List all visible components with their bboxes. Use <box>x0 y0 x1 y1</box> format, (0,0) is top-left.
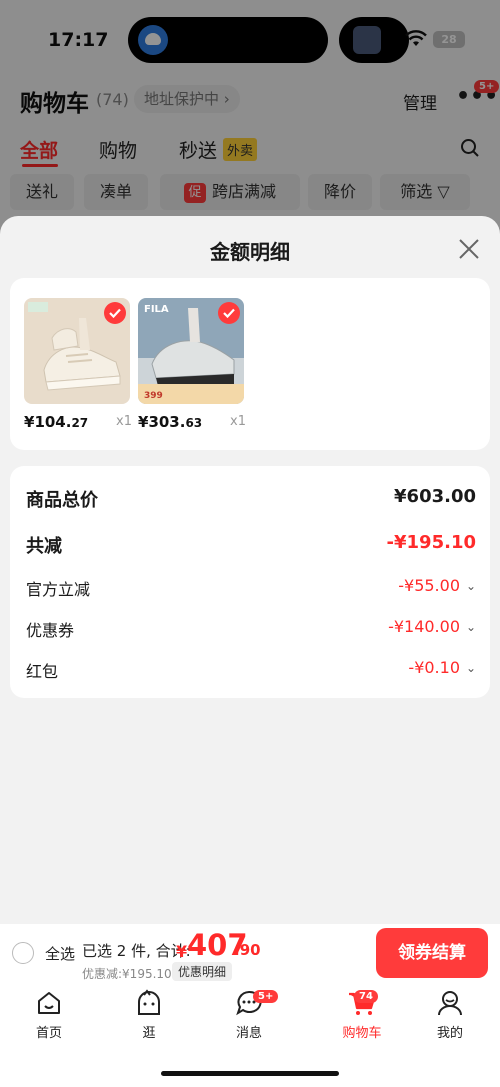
row-total-discount: 共减 -¥195.10 <box>26 532 476 562</box>
row-value: ¥603.00 <box>394 486 476 507</box>
product-qty: x1 <box>230 414 246 429</box>
tabbar-label: 我的 <box>436 1026 463 1041</box>
price-dec: 63 <box>185 416 203 430</box>
product-image-sneaker-white[interactable] <box>24 298 130 404</box>
row-label: 官方立减 <box>26 580 91 599</box>
row-coupon[interactable]: 优惠券 -¥140.00 ⌄ <box>26 617 476 647</box>
price-dec: 27 <box>71 416 89 430</box>
tabbar-messages[interactable]: 消息 5+ <box>219 988 279 1041</box>
currency-symbol: ¥ <box>24 413 35 431</box>
cart-badge: 74 <box>354 990 378 1003</box>
select-all-label[interactable]: 全选 <box>45 943 75 964</box>
tabbar-profile[interactable]: 我的 <box>420 988 480 1041</box>
product-list-card: ¥104.27 x1 FILA 399 ¥303.63 x1 <box>10 278 490 450</box>
product-qty: x1 <box>116 414 132 429</box>
discount-summary: 优惠减:¥195.10 <box>82 967 172 981</box>
row-value-wrap: -¥0.10 <box>408 658 460 677</box>
price-int: 303. <box>148 413 186 431</box>
product-item[interactable]: ¥104.27 x1 <box>24 298 132 431</box>
profile-icon <box>438 991 462 1016</box>
row-total-goods: 商品总价 ¥603.00 <box>26 486 476 516</box>
checkout-bar: 全选 已选 2 件, 合计: ¥ 407 .90 优惠减:¥195.10 优惠明… <box>0 924 500 982</box>
promo-price-tag: 399 <box>144 391 163 401</box>
product-item[interactable]: FILA 399 ¥303.63 x1 <box>138 298 246 431</box>
tabbar-browse[interactable]: 逛 <box>119 988 179 1041</box>
total-currency: ¥ <box>176 942 188 961</box>
discount-detail-link[interactable]: 优惠明细 <box>172 962 233 981</box>
row-value: -¥0.10 <box>408 658 460 677</box>
check-icon <box>218 302 240 324</box>
price-breakdown-card: 商品总价 ¥603.00 共减 -¥195.10 官方立减 -¥55.00 ⌄ … <box>10 466 490 698</box>
close-icon[interactable] <box>456 236 482 262</box>
row-value: -¥195.10 <box>386 532 476 553</box>
browse-icon <box>138 989 160 1015</box>
row-label: 共减 <box>26 536 62 557</box>
row-value: -¥140.00 <box>388 617 460 636</box>
row-label: 优惠券 <box>26 621 75 640</box>
chevron-down-icon[interactable]: ⌄ <box>466 620 476 634</box>
currency-symbol: ¥ <box>138 413 149 431</box>
row-value: -¥55.00 <box>398 576 460 595</box>
product-image-sneaker-grey[interactable]: FILA 399 <box>138 298 244 404</box>
message-badge: 5+ <box>253 990 279 1003</box>
tabbar-label: 购物车 <box>342 1026 382 1041</box>
chevron-down-icon[interactable]: ⌄ <box>466 579 476 593</box>
row-red-packet[interactable]: 红包 -¥0.10 ⌄ <box>26 658 476 688</box>
select-all-radio[interactable] <box>12 942 34 964</box>
tabbar-label: 首页 <box>35 1026 62 1041</box>
row-label: 商品总价 <box>26 490 98 511</box>
price-int: 104. <box>34 413 72 431</box>
row-value-wrap: -¥140.00 <box>388 617 460 636</box>
check-icon <box>104 302 126 324</box>
row-value-wrap: -¥55.00 <box>398 576 460 595</box>
sheet-title: 金额明细 <box>210 240 290 264</box>
brand-logo: FILA <box>144 304 169 315</box>
row-label: 红包 <box>26 662 59 681</box>
product-price: ¥104.27 x1 <box>24 412 132 434</box>
home-indicator[interactable] <box>161 1071 339 1076</box>
total-dec: .90 <box>234 941 261 959</box>
tabbar-home[interactable]: 首页 <box>19 988 79 1041</box>
chevron-down-icon[interactable]: ⌄ <box>466 661 476 675</box>
tabbar-cart[interactable]: 购物车 74 <box>332 988 392 1041</box>
tabbar-label: 逛 <box>142 1026 156 1041</box>
checkout-button[interactable]: 领券结算 <box>376 928 488 978</box>
row-official-discount[interactable]: 官方立减 -¥55.00 ⌄ <box>26 576 476 606</box>
product-price: ¥303.63 x1 <box>138 412 246 434</box>
tabbar-label: 消息 <box>235 1026 262 1041</box>
amount-detail-sheet: 金额明细 ¥104.27 x1 FILA 399 ¥303.63 x1 商品总价… <box>0 216 500 924</box>
home-icon <box>38 992 60 1014</box>
selected-info: 已选 2 件, 合计: <box>82 942 191 960</box>
